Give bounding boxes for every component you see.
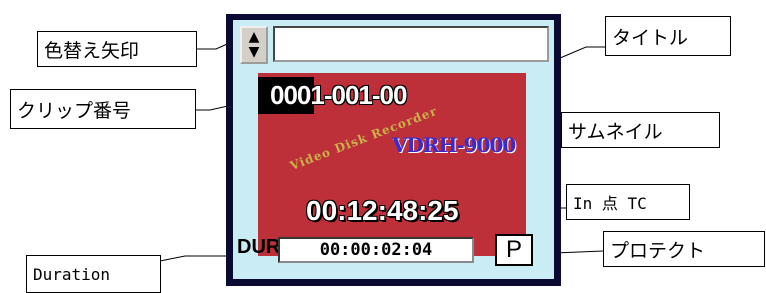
callout-color-arrow: 色替え矢印	[37, 31, 197, 67]
callout-title: タイトル	[605, 16, 731, 56]
clip-number: 0001-001-00	[270, 80, 407, 110]
color-change-arrow-button[interactable]: ▲ ▼	[240, 26, 268, 64]
arrow-up-icon[interactable]: ▲	[249, 30, 260, 45]
title-field[interactable]	[273, 26, 549, 62]
in-point-timecode: 00:12:48:25	[306, 195, 459, 226]
callout-duration: Duration	[26, 255, 161, 293]
callout-protect: プロテクト	[603, 231, 765, 267]
callout-thumbnail: サムネイル	[561, 112, 720, 148]
protect-button[interactable]: P	[495, 234, 533, 266]
arrow-down-icon[interactable]: ▼	[249, 45, 260, 60]
callout-in-point-tc: In 点 TC	[566, 184, 690, 220]
dur-label: DUR	[237, 236, 281, 258]
callout-clip-number: クリップ番号	[10, 89, 196, 129]
thumbnail-title-text: VDRH-9000	[392, 133, 516, 157]
duration-field: 00:00:02:04	[278, 237, 474, 263]
